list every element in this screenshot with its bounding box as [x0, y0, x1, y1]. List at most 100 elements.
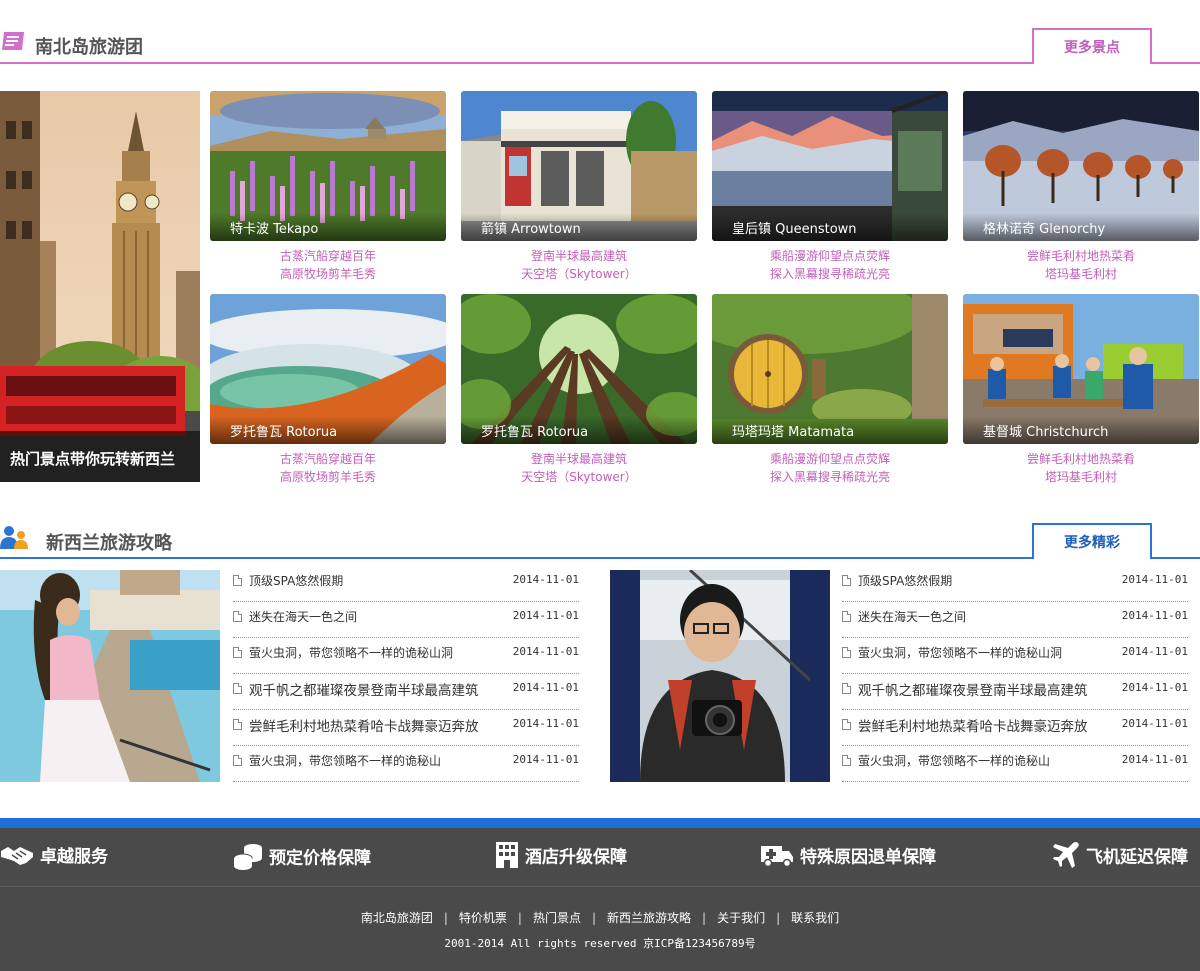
footer-link-about[interactable]: 关于我们: [717, 911, 765, 925]
news-title[interactable]: 萤火虫洞，带您领略不一样的诡秘山: [249, 752, 441, 769]
news-list-left: 顶级SPA悠然假期 2014-11-01 迷失在海天一色之间 2014-11-0…: [233, 566, 579, 782]
tile-christchurch[interactable]: 基督城 Christchurch: [963, 294, 1199, 444]
tile-arrowtown[interactable]: 箭镇 Arrowtown: [461, 91, 697, 241]
list-item[interactable]: 迷失在海天一色之间 2014-11-01: [233, 602, 579, 638]
more-highlights-tab[interactable]: 更多精彩: [1032, 523, 1152, 559]
tile-description: 尝鲜毛利村地热菜肴 塔玛基毛利村: [1026, 452, 1135, 484]
news-title[interactable]: 观千帆之都璀璨夜景登南半球最高建筑: [249, 679, 479, 699]
big-ben-photo: [0, 91, 200, 482]
guarantee-service[interactable]: 卓越服务: [0, 842, 108, 872]
coins-icon: [233, 844, 262, 870]
man-with-camera-photo: [610, 570, 830, 782]
guarantee-refund[interactable]: 特殊原因退单保障: [760, 842, 936, 872]
users-icon: [0, 526, 28, 549]
tile-name: 格林诺奇 Glenorchy: [983, 222, 1106, 237]
tile-name: 基督城 Christchurch: [983, 425, 1109, 440]
list-item[interactable]: 顶级SPA悠然假期 2014-11-01: [842, 566, 1188, 602]
news-title[interactable]: 萤火虫洞，带您领略不一样的诡秘山洞: [858, 644, 1062, 661]
tile-description: 乘船漫游仰望点点荧辉 探入黑幕搜寻稀疏光亮: [769, 452, 890, 484]
tile-description: 古蒸汽船穿越百年 高原牧场剪羊毛秀: [279, 249, 376, 281]
news-title[interactable]: 顶级SPA悠然假期: [249, 572, 343, 589]
hotel-icon: [496, 842, 518, 868]
news-date: 2014-11-01: [512, 645, 579, 658]
ambulance-icon: [761, 846, 793, 868]
document-icon: [233, 647, 242, 658]
tile-name: 罗托鲁瓦 Rotorua: [481, 425, 589, 440]
tile-name: 皇后镇 Queenstown: [732, 222, 857, 237]
news-date: 2014-11-01: [512, 681, 579, 694]
news-date: 2014-11-01: [1121, 609, 1188, 622]
guarantee-bar: 卓越服务 预定价格保障 酒店升级保障 特殊原因退单保障 飞机延迟保障: [0, 828, 1200, 886]
footer-accent-bar: [0, 818, 1200, 828]
footer: 南北岛旅游团 | 特价机票 | 热门景点 | 新西兰旅游攻略 | 关于我们 | 联系我们 2001-…: [0, 886, 1200, 971]
section1-header: 南北岛旅游团 更多景点: [0, 0, 1200, 70]
document-icon: [233, 719, 242, 730]
more-attractions-tab[interactable]: 更多景点: [1032, 28, 1152, 64]
airplane-icon: [1053, 842, 1079, 868]
guarantee-price[interactable]: 预定价格保障: [233, 842, 371, 872]
section2-title: 新西兰旅游攻略: [46, 533, 172, 554]
list-item[interactable]: 顶级SPA悠然假期 2014-11-01: [233, 566, 579, 602]
list-item[interactable]: 萤火虫洞，带您领略不一样的诡秘山洞 2014-11-01: [842, 638, 1188, 674]
document-icon: [842, 719, 851, 730]
tile-description: 乘船漫游仰望点点荧辉 探入黑幕搜寻稀疏光亮: [769, 249, 890, 281]
list-item[interactable]: 萤火虫洞，带您领略不一样的诡秘山洞 2014-11-01: [233, 638, 579, 674]
news-title[interactable]: 尝鲜毛利村地热菜肴哈卡战舞豪迈奔放: [249, 715, 479, 735]
tile-rotorua-forest[interactable]: 罗托鲁瓦 Rotorua: [461, 294, 697, 444]
copyright: 2001-2014 All rights reserved 京ICP备12345…: [444, 937, 756, 950]
tile-glenorchy[interactable]: 格林诺奇 Glenorchy: [963, 91, 1199, 241]
section2-header: 新西兰旅游攻略 更多精彩: [0, 515, 1200, 565]
news-list-right: 顶级SPA悠然假期 2014-11-01 迷失在海天一色之间 2014-11-0…: [842, 566, 1188, 782]
document-icon: [842, 611, 851, 622]
footer-link-guides[interactable]: 新西兰旅游攻略: [607, 911, 691, 925]
tile-description: 登南半球最高建筑 天空塔（Skytower）: [521, 452, 637, 484]
news-date: 2014-11-01: [512, 717, 579, 730]
news-date: 2014-11-01: [1121, 645, 1188, 658]
footer-link-attractions[interactable]: 热门景点: [533, 911, 581, 925]
news-title[interactable]: 萤火虫洞，带您领略不一样的诡秘山洞: [249, 644, 453, 661]
news-date: 2014-11-01: [1121, 573, 1188, 586]
tile-name: 罗托鲁瓦 Rotorua: [230, 425, 338, 440]
document-icon: [842, 755, 851, 766]
list-item[interactable]: 尝鲜毛利村地热菜肴哈卡战舞豪迈奔放 2014-11-01: [233, 710, 579, 746]
news-title[interactable]: 顶级SPA悠然假期: [858, 572, 952, 589]
guarantee-flight-delay[interactable]: 飞机延迟保障: [1052, 842, 1188, 872]
news-date: 2014-11-01: [512, 573, 579, 586]
document-icon: [842, 647, 851, 658]
feature-image[interactable]: 热门景点带你玩转新西兰: [0, 91, 200, 482]
news-date: 2014-11-01: [512, 753, 579, 766]
news-photo-right[interactable]: [610, 570, 830, 782]
footer-link-flights[interactable]: 特价机票: [459, 911, 507, 925]
news-title[interactable]: 萤火虫洞，带您领略不一样的诡秘山: [858, 752, 1050, 769]
handshake-icon: [1, 846, 33, 865]
section2-divider: [0, 557, 1200, 559]
footer-link-contact[interactable]: 联系我们: [791, 911, 839, 925]
document-icon: [2, 32, 24, 50]
list-item[interactable]: 尝鲜毛利村地热菜肴哈卡战舞豪迈奔放 2014-11-01: [842, 710, 1188, 746]
news-date: 2014-11-01: [1121, 753, 1188, 766]
footer-link-tours[interactable]: 南北岛旅游团: [361, 911, 433, 925]
tile-name: 玛塔玛塔 Matamata: [732, 425, 855, 440]
tile-tekapo[interactable]: 特卡波 Tekapo: [210, 91, 446, 241]
list-item[interactable]: 观千帆之都璀璨夜景登南半球最高建筑 2014-11-01: [233, 674, 579, 710]
tile-queenstown[interactable]: 皇后镇 Queenstown: [712, 91, 948, 241]
tile-matamata[interactable]: 玛塔玛塔 Matamata: [712, 294, 948, 444]
tile-name: 箭镇 Arrowtown: [481, 222, 581, 237]
news-title[interactable]: 尝鲜毛利村地热菜肴哈卡战舞豪迈奔放: [858, 715, 1088, 735]
tile-name: 特卡波 Tekapo: [230, 222, 319, 237]
list-item[interactable]: 萤火虫洞，带您领略不一样的诡秘山 2014-11-01: [842, 746, 1188, 782]
list-item[interactable]: 迷失在海天一色之间 2014-11-01: [842, 602, 1188, 638]
tile-description: 古蒸汽船穿越百年 高原牧场剪羊毛秀: [279, 452, 376, 484]
guarantee-hotel[interactable]: 酒店升级保障: [495, 842, 627, 872]
news-photo-left[interactable]: [0, 570, 220, 782]
woman-on-pier-photo: [0, 570, 220, 782]
list-item[interactable]: 萤火虫洞，带您领略不一样的诡秘山 2014-11-01: [233, 746, 579, 782]
news-title[interactable]: 观千帆之都璀璨夜景登南半球最高建筑: [858, 679, 1088, 699]
section1-divider: [0, 62, 1200, 64]
news-title[interactable]: 迷失在海天一色之间: [858, 608, 966, 625]
news-title[interactable]: 迷失在海天一色之间: [249, 608, 357, 625]
tile-rotorua-hot-pool[interactable]: 罗托鲁瓦 Rotorua: [210, 294, 446, 444]
section1-title: 南北岛旅游团: [35, 37, 143, 58]
list-item[interactable]: 观千帆之都璀璨夜景登南半球最高建筑 2014-11-01: [842, 674, 1188, 710]
news-date: 2014-11-01: [1121, 681, 1188, 694]
